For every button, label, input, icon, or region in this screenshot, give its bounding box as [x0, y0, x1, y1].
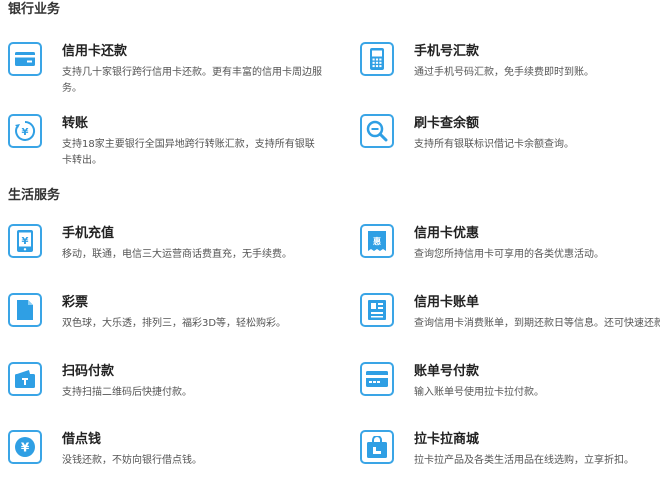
service-title: 借点钱 — [62, 432, 102, 447]
service-desc: 移动，联通，电信三大运营商话费直充，无手续费。 — [62, 249, 292, 260]
service-title: 拉卡拉商城 — [414, 432, 480, 447]
service-desc: 拉卡拉产品及各类生活用品在线选购，立享折扣。 — [414, 455, 634, 466]
service-desc: 双色球，大乐透，排列三，福彩3D等，轻松购彩。 — [62, 318, 287, 329]
service-lakala-mall[interactable]: 拉卡拉商城 拉卡拉产品及各类生活用品在线选购，立享折扣。 — [360, 430, 660, 486]
lottery-ticket-icon — [8, 293, 42, 327]
svg-text:惠: 惠 — [373, 236, 381, 246]
credit-card-icon — [8, 42, 42, 76]
service-scan-pay[interactable]: 扫码付款 支持扫描二维码后快捷付款。 — [8, 362, 308, 418]
service-desc: 查询信用卡消费账单，到期还款日等信息。还可快速还款。 — [414, 318, 660, 329]
service-desc: 支持所有银联标识借记卡余额查询。 — [414, 139, 574, 150]
service-desc: 输入账单号使用拉卡拉付款。 — [414, 387, 544, 398]
service-title: 手机号汇款 — [414, 44, 480, 59]
service-borrow-money[interactable]: ¥ 借点钱 没钱还款，不妨向银行借点钱。 — [8, 430, 308, 486]
yuan-transfer-icon: ¥ — [8, 114, 42, 148]
service-desc: 查询您所持信用卡可享用的各类优惠活动。 — [414, 249, 604, 260]
service-title: 刷卡查余额 — [414, 116, 480, 131]
qr-wallet-icon — [8, 362, 42, 396]
magnifier-icon — [360, 114, 394, 148]
shopping-bag-icon — [360, 430, 394, 464]
service-title: 信用卡优惠 — [414, 226, 480, 241]
yuan-coin-icon: ¥ — [8, 430, 42, 464]
service-desc: 通过手机号码汇款，免手续费即时到账。 — [414, 67, 594, 78]
bill-icon — [360, 293, 394, 327]
service-title: 扫码付款 — [62, 364, 115, 379]
phone-recharge-icon: ¥ — [8, 224, 42, 258]
service-title: 信用卡账单 — [414, 295, 480, 310]
card-pay-icon — [360, 362, 394, 396]
service-card-bill[interactable]: 信用卡账单 查询信用卡消费账单，到期还款日等信息。还可快速还款。 — [360, 293, 660, 349]
service-desc: 支持几十家银行跨行信用卡还款。更有丰富的信用卡周边服务。 — [62, 67, 322, 94]
service-transfer[interactable]: ¥ 转账 支持18家主要银行全国异地跨行转账汇款，支持所有银联卡转出。 — [8, 114, 315, 170]
svg-text:¥: ¥ — [22, 236, 29, 247]
service-lottery[interactable]: 彩票 双色球，大乐透，排列三，福彩3D等，轻松购彩。 — [8, 293, 308, 349]
service-bill-number-pay[interactable]: 账单号付款 输入账单号使用拉卡拉付款。 — [360, 362, 660, 418]
service-desc: 支持扫描二维码后快捷付款。 — [62, 387, 192, 398]
section-title-life: 生活服务 — [8, 188, 61, 203]
service-credit-card-repay[interactable]: 信用卡还款 支持几十家银行跨行信用卡还款。更有丰富的信用卡周边服务。 — [8, 42, 322, 98]
service-desc: 支持18家主要银行全国异地跨行转账汇款，支持所有银联卡转出。 — [62, 139, 315, 166]
service-title: 转账 — [62, 116, 89, 131]
service-phone-recharge[interactable]: ¥ 手机充值 移动，联通，电信三大运营商话费直充，无手续费。 — [8, 224, 308, 280]
section-title-banking: 银行业务 — [8, 2, 61, 17]
service-title: 账单号付款 — [414, 364, 480, 379]
service-title: 彩票 — [62, 295, 89, 310]
service-title: 信用卡还款 — [62, 44, 128, 59]
mobile-phone-icon — [360, 42, 394, 76]
service-balance-query[interactable]: 刷卡查余额 支持所有银联标识借记卡余额查询。 — [360, 114, 660, 170]
service-mobile-remit[interactable]: 手机号汇款 通过手机号码汇款，免手续费即时到账。 — [360, 42, 660, 98]
service-card-offers[interactable]: 惠 信用卡优惠 查询您所持信用卡可享用的各类优惠活动。 — [360, 224, 660, 280]
svg-text:¥: ¥ — [22, 127, 29, 138]
service-desc: 没钱还款，不妨向银行借点钱。 — [62, 455, 202, 466]
svg-text:¥: ¥ — [21, 441, 30, 455]
coupon-icon: 惠 — [360, 224, 394, 258]
service-title: 手机充值 — [62, 226, 115, 241]
